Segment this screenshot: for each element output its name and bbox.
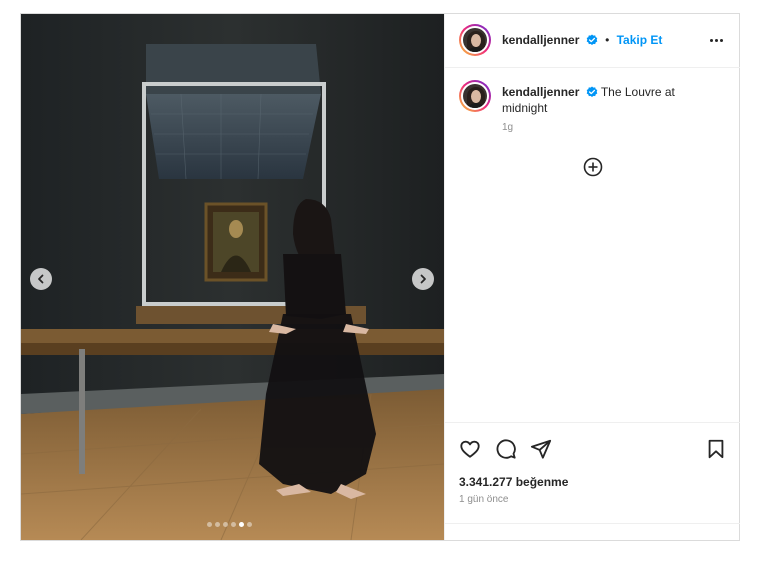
post-actions: 3.341.277 beğenme 1 gün önce bbox=[445, 422, 740, 541]
carousel-indicator bbox=[207, 522, 252, 527]
carousel-dot bbox=[207, 522, 212, 527]
verified-badge-icon bbox=[586, 34, 598, 45]
separator-dot: • bbox=[605, 33, 610, 47]
instagram-post: kendalljenner • Takip Et kendalljenner T… bbox=[20, 13, 740, 541]
carousel-prev-button[interactable] bbox=[30, 268, 52, 290]
post-header: kendalljenner • Takip Et bbox=[445, 14, 740, 68]
comment-icon[interactable] bbox=[495, 438, 517, 460]
post-timestamp: 1 gün önce bbox=[459, 494, 509, 505]
post-sidebar: kendalljenner • Takip Et kendalljenner T… bbox=[444, 14, 740, 540]
carousel-dot bbox=[223, 522, 228, 527]
like-count[interactable]: 3.341.277 beğenme bbox=[459, 475, 568, 489]
verified-badge-icon bbox=[586, 86, 598, 97]
carousel-next-button[interactable] bbox=[412, 268, 434, 290]
heart-icon[interactable] bbox=[459, 438, 481, 460]
caption-avatar[interactable] bbox=[459, 80, 491, 112]
carousel-dot bbox=[239, 522, 244, 527]
divider bbox=[445, 523, 740, 524]
louvre-photo bbox=[21, 14, 444, 540]
post-media[interactable] bbox=[21, 14, 444, 540]
bookmark-icon[interactable] bbox=[705, 438, 727, 460]
avatar[interactable] bbox=[459, 24, 491, 56]
carousel-dot bbox=[215, 522, 220, 527]
chevron-right-icon bbox=[420, 274, 426, 284]
follow-button[interactable]: Takip Et bbox=[617, 33, 663, 47]
carousel-dot bbox=[231, 522, 236, 527]
chevron-left-icon bbox=[38, 274, 44, 284]
more-options-icon[interactable] bbox=[706, 32, 726, 48]
caption-age: 1g bbox=[502, 122, 514, 133]
carousel-dot bbox=[247, 522, 252, 527]
caption: kendalljenner The Louvre at midnight bbox=[502, 84, 722, 116]
caption-username[interactable]: kendalljenner bbox=[502, 85, 579, 99]
username-link[interactable]: kendalljenner bbox=[502, 33, 579, 47]
share-icon[interactable] bbox=[530, 438, 552, 460]
plus-circle-icon[interactable] bbox=[583, 157, 603, 177]
